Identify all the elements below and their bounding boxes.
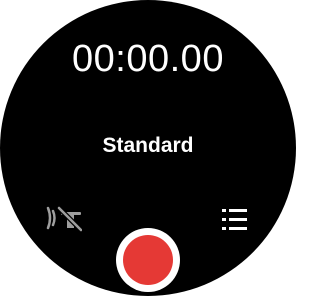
recordings-list-button[interactable] <box>214 200 254 240</box>
record-button[interactable] <box>116 228 180 292</box>
mic-off-button[interactable] <box>42 198 82 238</box>
elapsed-time: 00:00.00 <box>72 38 224 80</box>
recording-mode-label[interactable]: Standard <box>0 134 296 158</box>
mic-off-icon <box>46 205 82 233</box>
record-dot-icon <box>123 235 173 285</box>
watch-screen: 00:00.00 Standard <box>0 0 296 296</box>
list-icon <box>222 209 247 230</box>
